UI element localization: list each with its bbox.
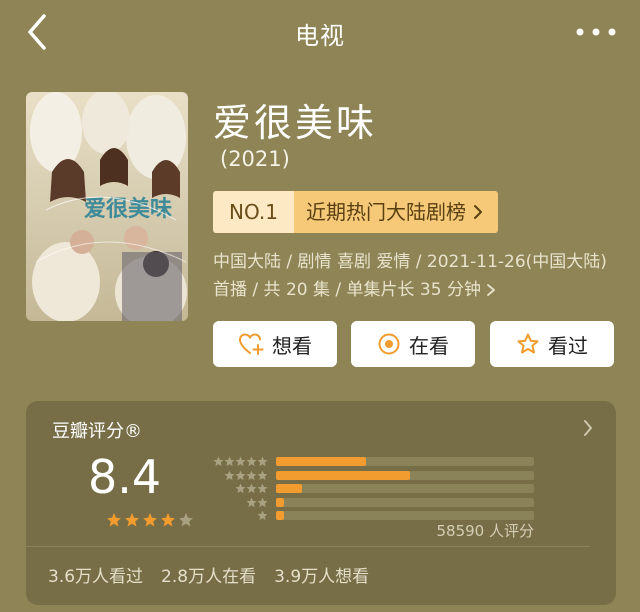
watched-button[interactable]: 看过 [490,321,614,367]
show-poster[interactable]: 爱很美味 [26,92,188,321]
distribution-star-label [246,497,268,507]
rank-number: NO.1 [213,191,294,233]
top-navigation-bar: 电视 [0,0,640,64]
rating-card-title: 豆瓣评分® [52,421,142,442]
show-info[interactable]: 中国大陆 / 剧情 喜剧 爱情 / 2021-11-26(中国大陆) 首播 / … [213,248,613,304]
star-empty-icon [179,513,193,527]
distribution-bar-fill [276,497,284,507]
distribution-bar-track [276,470,534,480]
star-rating [106,512,194,528]
distribution-star-label [235,483,268,494]
target-icon [378,333,400,355]
watched-label: 看过 [548,333,588,358]
show-title: 爱很美味 [213,101,378,145]
poster-title: 爱很美味 [84,196,172,222]
watched-count: 3.6万人看过 [48,567,144,587]
distribution-bar-track [276,497,534,507]
show-info-text: 中国大陆 / 剧情 喜剧 爱情 / 2021-11-26(中国大陆) 首播 / … [213,252,607,300]
chevron-right-icon [487,284,496,296]
divider [26,546,590,547]
page-title: 电视 [295,22,345,50]
more-horizontal-icon[interactable] [574,22,618,42]
star-filled-icon [143,513,157,527]
chevron-right-icon[interactable] [582,419,594,437]
star-filled-icon [125,513,139,527]
watching-button[interactable]: 在看 [351,321,475,367]
distribution-bar-fill [276,484,302,493]
want-count: 3.9万人想看 [274,567,370,587]
heart-plus-icon [238,333,264,355]
want-to-watch-label: 想看 [272,333,312,358]
watching-count: 2.8万人在看 [161,567,257,587]
star-outline-icon [517,333,539,354]
distribution-bar-track [276,484,534,493]
poster-image: 爱很美味 [26,92,188,321]
star-filled-icon [107,513,121,527]
distribution-bar-fill [276,470,410,480]
distribution-bar-fill [276,511,284,520]
star-filled-icon [161,513,175,527]
chevron-right-icon [473,205,482,219]
rank-list-label: 近期热门大陆剧榜 [305,200,466,224]
show-year: (2021) [220,147,290,171]
distribution-star-label [257,510,268,521]
rating-score: 8.4 [88,450,162,504]
want-to-watch-button[interactable]: 想看 [213,321,337,367]
ranking-badge[interactable]: NO.1 近期热门大陆剧榜 [213,191,498,233]
distribution-bar-fill [276,457,366,466]
distribution-star-label [213,456,268,467]
distribution-bar-track [276,511,534,520]
watching-label: 在看 [409,333,449,358]
rank-list-name: 近期热门大陆剧榜 [293,191,498,233]
distribution-star-label [224,470,268,480]
distribution-bar-track [276,457,534,466]
rater-count: 58590 人评分 [436,522,535,540]
watch-stats: 3.6万人看过 2.8万人在看 3.9万人想看 [48,562,369,587]
